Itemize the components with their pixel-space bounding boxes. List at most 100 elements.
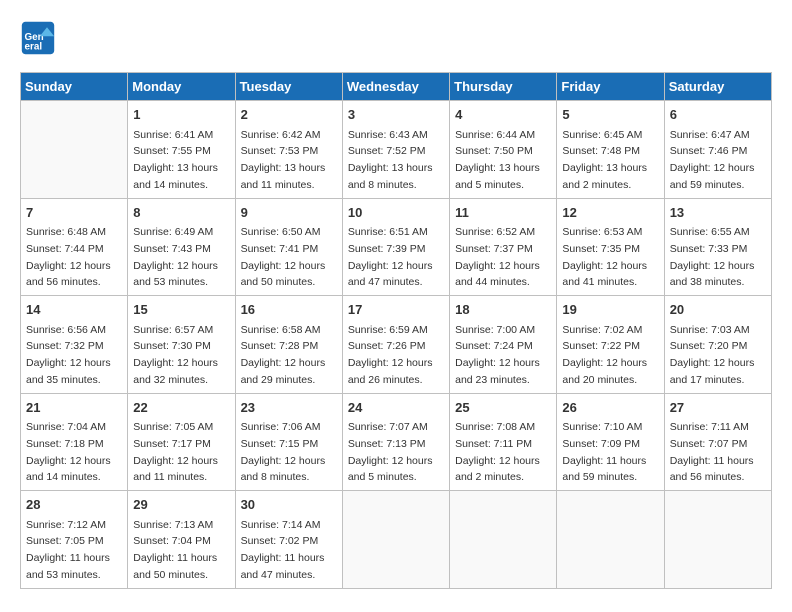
day-number: 28 <box>26 495 122 515</box>
daylight-info: Daylight: 11 hours and 56 minutes. <box>670 455 754 484</box>
sunset-info: Sunset: 7:41 PM <box>241 243 319 255</box>
sunset-info: Sunset: 7:48 PM <box>562 145 640 157</box>
sunset-info: Sunset: 7:17 PM <box>133 438 211 450</box>
day-number: 15 <box>133 300 229 320</box>
sunrise-info: Sunrise: 7:13 AM <box>133 519 213 531</box>
calendar-cell: 29 Sunrise: 7:13 AM Sunset: 7:04 PM Dayl… <box>128 491 235 589</box>
daylight-info: Daylight: 13 hours and 8 minutes. <box>348 162 433 191</box>
day-number: 30 <box>241 495 337 515</box>
sunrise-info: Sunrise: 7:05 AM <box>133 421 213 433</box>
sunset-info: Sunset: 7:52 PM <box>348 145 426 157</box>
daylight-info: Daylight: 12 hours and 29 minutes. <box>241 357 326 386</box>
calendar-cell: 7 Sunrise: 6:48 AM Sunset: 7:44 PM Dayli… <box>21 198 128 296</box>
sunrise-info: Sunrise: 7:03 AM <box>670 324 750 336</box>
sunrise-info: Sunrise: 6:50 AM <box>241 226 321 238</box>
sunrise-info: Sunrise: 7:02 AM <box>562 324 642 336</box>
day-number: 25 <box>455 398 551 418</box>
sunrise-info: Sunrise: 6:48 AM <box>26 226 106 238</box>
day-number: 27 <box>670 398 766 418</box>
sunset-info: Sunset: 7:30 PM <box>133 340 211 352</box>
sunrise-info: Sunrise: 6:57 AM <box>133 324 213 336</box>
day-number: 12 <box>562 203 658 223</box>
sunset-info: Sunset: 7:05 PM <box>26 535 104 547</box>
calendar-cell: 25 Sunrise: 7:08 AM Sunset: 7:11 PM Dayl… <box>450 393 557 491</box>
sunset-info: Sunset: 7:18 PM <box>26 438 104 450</box>
sunset-info: Sunset: 7:04 PM <box>133 535 211 547</box>
sunset-info: Sunset: 7:20 PM <box>670 340 748 352</box>
daylight-info: Daylight: 13 hours and 2 minutes. <box>562 162 647 191</box>
calendar-cell: 16 Sunrise: 6:58 AM Sunset: 7:28 PM Dayl… <box>235 296 342 394</box>
daylight-info: Daylight: 13 hours and 11 minutes. <box>241 162 326 191</box>
day-number: 3 <box>348 105 444 125</box>
day-number: 6 <box>670 105 766 125</box>
daylight-info: Daylight: 12 hours and 47 minutes. <box>348 260 433 289</box>
daylight-info: Daylight: 12 hours and 41 minutes. <box>562 260 647 289</box>
day-number: 14 <box>26 300 122 320</box>
sunset-info: Sunset: 7:43 PM <box>133 243 211 255</box>
sunrise-info: Sunrise: 7:06 AM <box>241 421 321 433</box>
daylight-info: Daylight: 11 hours and 47 minutes. <box>241 552 325 581</box>
sunset-info: Sunset: 7:15 PM <box>241 438 319 450</box>
calendar-cell: 19 Sunrise: 7:02 AM Sunset: 7:22 PM Dayl… <box>557 296 664 394</box>
day-number: 8 <box>133 203 229 223</box>
daylight-info: Daylight: 11 hours and 53 minutes. <box>26 552 110 581</box>
calendar-cell: 24 Sunrise: 7:07 AM Sunset: 7:13 PM Dayl… <box>342 393 449 491</box>
daylight-info: Daylight: 12 hours and 2 minutes. <box>455 455 540 484</box>
sunrise-info: Sunrise: 6:52 AM <box>455 226 535 238</box>
day-number: 18 <box>455 300 551 320</box>
daylight-info: Daylight: 12 hours and 5 minutes. <box>348 455 433 484</box>
calendar-cell: 30 Sunrise: 7:14 AM Sunset: 7:02 PM Dayl… <box>235 491 342 589</box>
calendar-cell: 22 Sunrise: 7:05 AM Sunset: 7:17 PM Dayl… <box>128 393 235 491</box>
calendar-cell: 23 Sunrise: 7:06 AM Sunset: 7:15 PM Dayl… <box>235 393 342 491</box>
sunrise-info: Sunrise: 7:12 AM <box>26 519 106 531</box>
daylight-info: Daylight: 11 hours and 50 minutes. <box>133 552 217 581</box>
column-header-tuesday: Tuesday <box>235 73 342 101</box>
sunrise-info: Sunrise: 6:41 AM <box>133 129 213 141</box>
logo: Gen eral <box>20 20 60 56</box>
calendar-cell: 15 Sunrise: 6:57 AM Sunset: 7:30 PM Dayl… <box>128 296 235 394</box>
sunrise-info: Sunrise: 6:45 AM <box>562 129 642 141</box>
day-number: 5 <box>562 105 658 125</box>
sunset-info: Sunset: 7:35 PM <box>562 243 640 255</box>
sunrise-info: Sunrise: 7:11 AM <box>670 421 749 433</box>
sunrise-info: Sunrise: 7:08 AM <box>455 421 535 433</box>
sunrise-info: Sunrise: 6:43 AM <box>348 129 428 141</box>
column-header-monday: Monday <box>128 73 235 101</box>
day-number: 22 <box>133 398 229 418</box>
sunrise-info: Sunrise: 7:04 AM <box>26 421 106 433</box>
sunset-info: Sunset: 7:09 PM <box>562 438 640 450</box>
calendar-cell: 1 Sunrise: 6:41 AM Sunset: 7:55 PM Dayli… <box>128 101 235 199</box>
sunrise-info: Sunrise: 7:07 AM <box>348 421 428 433</box>
daylight-info: Daylight: 11 hours and 59 minutes. <box>562 455 646 484</box>
calendar-cell: 3 Sunrise: 6:43 AM Sunset: 7:52 PM Dayli… <box>342 101 449 199</box>
calendar-cell: 12 Sunrise: 6:53 AM Sunset: 7:35 PM Dayl… <box>557 198 664 296</box>
calendar-cell: 5 Sunrise: 6:45 AM Sunset: 7:48 PM Dayli… <box>557 101 664 199</box>
calendar-week-3: 14 Sunrise: 6:56 AM Sunset: 7:32 PM Dayl… <box>21 296 772 394</box>
daylight-info: Daylight: 13 hours and 14 minutes. <box>133 162 218 191</box>
sunset-info: Sunset: 7:39 PM <box>348 243 426 255</box>
day-number: 10 <box>348 203 444 223</box>
calendar-cell: 14 Sunrise: 6:56 AM Sunset: 7:32 PM Dayl… <box>21 296 128 394</box>
sunrise-info: Sunrise: 7:00 AM <box>455 324 535 336</box>
sunrise-info: Sunrise: 6:55 AM <box>670 226 750 238</box>
sunset-info: Sunset: 7:26 PM <box>348 340 426 352</box>
day-number: 23 <box>241 398 337 418</box>
daylight-info: Daylight: 13 hours and 5 minutes. <box>455 162 540 191</box>
sunrise-info: Sunrise: 6:51 AM <box>348 226 428 238</box>
column-header-saturday: Saturday <box>664 73 771 101</box>
daylight-info: Daylight: 12 hours and 8 minutes. <box>241 455 326 484</box>
calendar-cell: 9 Sunrise: 6:50 AM Sunset: 7:41 PM Dayli… <box>235 198 342 296</box>
day-number: 1 <box>133 105 229 125</box>
daylight-info: Daylight: 12 hours and 17 minutes. <box>670 357 755 386</box>
sunset-info: Sunset: 7:13 PM <box>348 438 426 450</box>
column-header-wednesday: Wednesday <box>342 73 449 101</box>
sunset-info: Sunset: 7:33 PM <box>670 243 748 255</box>
daylight-info: Daylight: 12 hours and 44 minutes. <box>455 260 540 289</box>
day-number: 11 <box>455 203 551 223</box>
calendar-cell: 17 Sunrise: 6:59 AM Sunset: 7:26 PM Dayl… <box>342 296 449 394</box>
day-number: 29 <box>133 495 229 515</box>
day-number: 26 <box>562 398 658 418</box>
day-number: 20 <box>670 300 766 320</box>
calendar-week-2: 7 Sunrise: 6:48 AM Sunset: 7:44 PM Dayli… <box>21 198 772 296</box>
calendar-cell: 10 Sunrise: 6:51 AM Sunset: 7:39 PM Dayl… <box>342 198 449 296</box>
